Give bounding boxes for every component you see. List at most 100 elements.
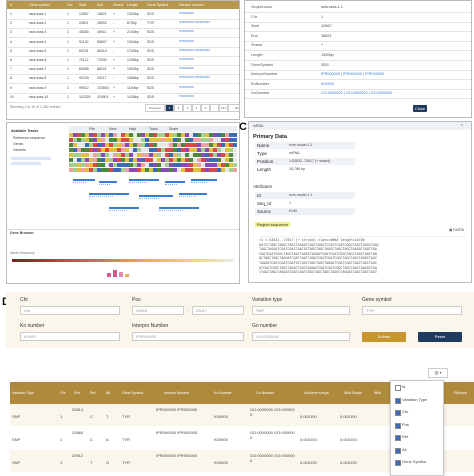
column-checkbox[interactable] bbox=[395, 410, 401, 416]
column-checkbox[interactable] bbox=[395, 397, 401, 404]
gene-feature[interactable] bbox=[159, 207, 199, 209]
col-header[interactable]: Gene Symbol bbox=[122, 389, 143, 397]
col-header[interactable]: Chr bbox=[67, 1, 73, 9]
table-cell[interactable]: ssrs.ssss.9 bbox=[29, 86, 46, 90]
col-header[interactable]: Wild Sudan bbox=[344, 389, 362, 397]
table-cell[interactable]: ssrs.ssss.7 bbox=[29, 67, 46, 71]
col-header[interactable]: Start bbox=[79, 1, 86, 9]
table-cell: 0.000100 bbox=[300, 414, 317, 419]
ko-number-input[interactable]: K0000 bbox=[20, 332, 120, 341]
menu-item[interactable]: Available Tracks bbox=[11, 129, 38, 133]
table-cell[interactable]: ssrs.ssss.5 bbox=[29, 49, 46, 53]
gene-feature[interactable] bbox=[165, 181, 185, 183]
col-header[interactable]: # bbox=[10, 1, 12, 9]
reset-button[interactable]: Reset bbox=[418, 332, 462, 342]
gene-feature[interactable] bbox=[99, 181, 117, 183]
gene-feature[interactable] bbox=[191, 179, 217, 181]
col-header[interactable]: Gene symbol bbox=[29, 1, 50, 9]
column-option-label[interactable]: Chr bbox=[402, 409, 408, 414]
close-button[interactable]: Close bbox=[413, 105, 427, 112]
gene-feature-track[interactable] bbox=[69, 175, 237, 219]
detail-value[interactable]: GO:0000000 | GO:0000000 | GO:0000000 bbox=[321, 91, 392, 95]
page-button[interactable]: 2 bbox=[174, 104, 183, 112]
submit-button[interactable]: Submit bbox=[362, 332, 406, 342]
page-button[interactable]: 4 bbox=[192, 104, 201, 112]
columns-toggle-button[interactable]: ▥ ▾ bbox=[428, 368, 448, 378]
col-header[interactable]: Ko Number bbox=[214, 389, 232, 397]
col-header[interactable]: Chr bbox=[60, 389, 66, 397]
gene-detail-panel: Seqid/Locus ssrs.ssss.1.1 Chr 1 Start 12567 En… bbox=[244, 0, 472, 118]
table-cell[interactable]: ssrs.ssss.8 bbox=[29, 76, 46, 80]
column-option-label[interactable]: Gene Symbol bbox=[402, 459, 426, 464]
gene-feature-line bbox=[191, 182, 207, 183]
gene-feature[interactable] bbox=[89, 193, 129, 195]
column-option-label[interactable]: Variation Type bbox=[402, 397, 427, 402]
interpro-input[interactable]: IPR000000 bbox=[132, 332, 244, 341]
col-header[interactable]: Length bbox=[127, 1, 138, 9]
col-header[interactable]: Ethiopia bbox=[454, 389, 467, 397]
col-header[interactable]: End bbox=[97, 1, 103, 9]
column-checkbox[interactable] bbox=[395, 447, 401, 454]
col-header[interactable]: Vulturine Kenya bbox=[304, 389, 329, 397]
table-cell: IPR000000 IPR000000 bbox=[179, 75, 210, 80]
toolbar-item[interactable]: Track bbox=[149, 127, 158, 131]
page-button[interactable]: ... bbox=[210, 104, 219, 112]
col-header[interactable]: Strand bbox=[113, 1, 123, 9]
gene-feature[interactable] bbox=[139, 195, 173, 197]
table-cell[interactable]: ssrs.ssss.4 bbox=[29, 40, 46, 44]
col-header[interactable]: Interpro number bbox=[179, 1, 204, 9]
column-option-label[interactable]: Ref bbox=[402, 434, 408, 439]
page-button[interactable]: 3 bbox=[183, 104, 192, 112]
col-header[interactable]: Go Number bbox=[256, 389, 274, 397]
page-button[interactable]: 1 bbox=[165, 104, 174, 112]
variant-track-grid[interactable] bbox=[69, 133, 237, 173]
gene-symbol-input[interactable]: TYR bbox=[362, 306, 462, 315]
column-checkbox[interactable] bbox=[395, 385, 401, 391]
column-option-label[interactable]: Pos bbox=[402, 422, 409, 427]
table-cell[interactable]: ssrs.ssss.1 bbox=[29, 12, 46, 16]
menu-item[interactable]: Variants bbox=[13, 148, 26, 152]
col-header[interactable]: Wild bbox=[374, 389, 381, 397]
table-cell[interactable]: ssrs.ssss.2 bbox=[29, 21, 46, 25]
col-header[interactable]: Interpro Number bbox=[164, 389, 189, 397]
page-button[interactable]: Next bbox=[228, 104, 239, 112]
fasta-button[interactable]: ▣ FASTA bbox=[449, 228, 464, 232]
toolbar-item[interactable]: Help bbox=[129, 127, 136, 131]
pos-end-input[interactable]: 23017 bbox=[192, 306, 244, 315]
menu-item[interactable]: Reference sequence bbox=[13, 136, 45, 140]
table-cell[interactable]: ssrs.ssss.10 bbox=[29, 95, 48, 99]
col-header[interactable]: Gene Symbol bbox=[147, 1, 168, 9]
gene-feature[interactable] bbox=[73, 179, 95, 181]
column-checkbox[interactable] bbox=[395, 435, 401, 441]
column-checkbox[interactable] bbox=[395, 460, 401, 466]
close-icon[interactable]: × bbox=[461, 123, 463, 127]
gene-feature[interactable] bbox=[129, 179, 159, 181]
toolbar-item[interactable]: View bbox=[109, 127, 117, 131]
gene-feature-line bbox=[73, 182, 87, 183]
detail-value: 1300bp bbox=[321, 53, 334, 57]
go-number-input[interactable]: GO:0000000 bbox=[252, 332, 350, 341]
column-checkbox[interactable] bbox=[395, 422, 401, 429]
page-button[interactable]: Previous bbox=[145, 104, 165, 112]
pos-start-input[interactable]: 20803 bbox=[132, 306, 184, 315]
col-header[interactable]: Pos bbox=[74, 389, 80, 397]
table-cell[interactable]: ssrs.ssss.6 bbox=[29, 58, 46, 62]
col-header[interactable]: Alt bbox=[106, 389, 110, 397]
menu-item[interactable]: Genes bbox=[13, 142, 23, 146]
page-button[interactable]: 137 bbox=[219, 104, 228, 112]
detail-value[interactable]: K00000 bbox=[321, 82, 334, 86]
col-header[interactable]: Variation Type bbox=[12, 389, 34, 397]
page-button[interactable]: 5 bbox=[201, 104, 210, 112]
gene-feature[interactable] bbox=[179, 193, 207, 195]
col-header[interactable]: Ref bbox=[90, 389, 95, 397]
column-option-label[interactable]: Id bbox=[402, 384, 405, 389]
toolbar-item[interactable]: File bbox=[89, 127, 95, 131]
table-cell: 6 bbox=[10, 58, 12, 62]
variation-type-select[interactable]: SNP bbox=[252, 306, 350, 315]
gene-feature[interactable] bbox=[109, 207, 139, 209]
table-cell[interactable]: ssrs.ssss.3 bbox=[29, 30, 46, 34]
toolbar-item[interactable]: Share bbox=[169, 127, 178, 131]
chr-select[interactable]: Chr bbox=[20, 306, 120, 315]
column-option-label[interactable]: Alt bbox=[402, 447, 407, 452]
detail-value[interactable]: IPR000000 | IPR000000 | IPR000000 bbox=[321, 72, 384, 76]
